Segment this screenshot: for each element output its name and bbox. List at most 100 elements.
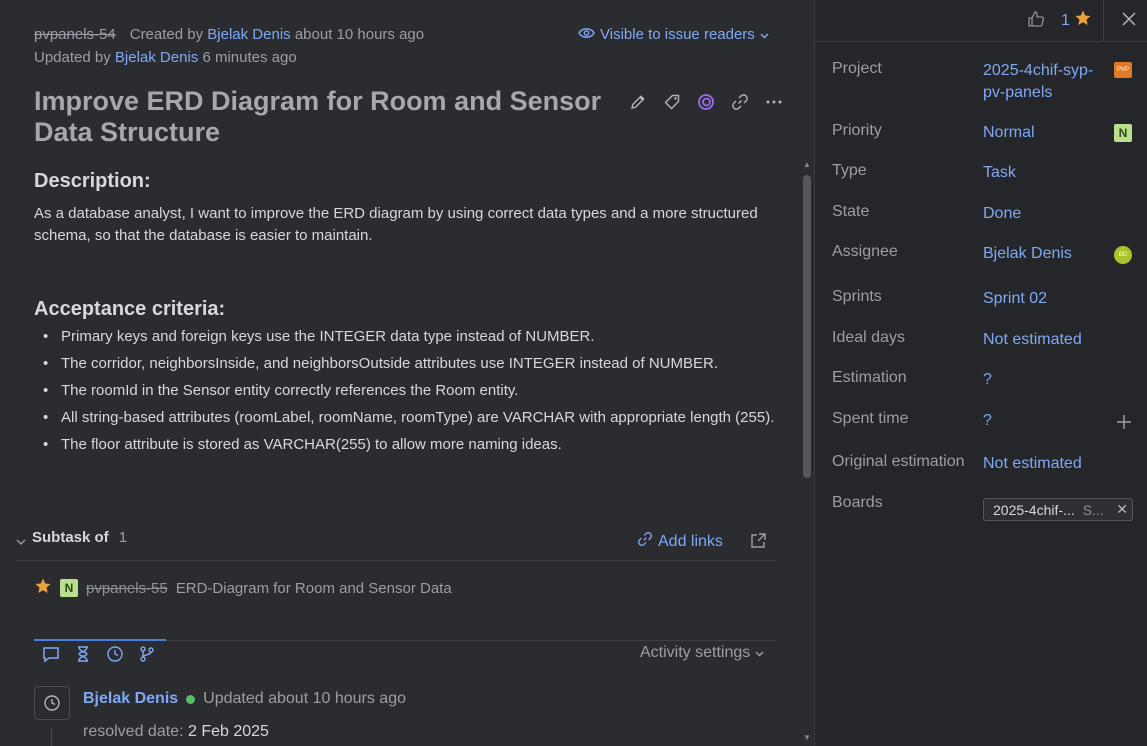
chevron-down-icon [760, 26, 769, 43]
field-spent-time[interactable]: Spent time ? [832, 410, 1132, 432]
close-icon[interactable] [1118, 8, 1140, 34]
description-text: As a database analyst, I want to improve… [34, 205, 758, 244]
field-label: Boards [832, 494, 883, 511]
field-state[interactable]: State Done [832, 203, 1132, 225]
open-external-icon[interactable] [750, 532, 767, 553]
priority-badge: N [60, 579, 78, 597]
field-label: Ideal days [832, 329, 905, 346]
issue-main-panel: pvpanels-54 Created by Bjelak Denis about… [0, 0, 814, 746]
board-tag[interactable]: 2025-4chif-... S... ✕ [983, 498, 1133, 521]
thumbs-up-icon[interactable] [1027, 10, 1045, 32]
issue-meta-created: pvpanels-54 Created by Bjelak Denis about… [34, 26, 424, 43]
activity-settings-dropdown[interactable]: Activity settings [640, 644, 764, 662]
field-value[interactable]: ? [983, 410, 992, 432]
field-assignee[interactable]: Assignee Bjelak Denis [832, 243, 1132, 265]
field-value[interactable]: Bjelak Denis [983, 243, 1072, 265]
created-time: about 10 hours ago [294, 26, 425, 43]
created-prefix: Created by [129, 26, 204, 43]
creator-link[interactable]: Bjelak Denis [207, 26, 290, 43]
add-time-icon[interactable] [1115, 413, 1133, 435]
field-estimation[interactable]: Estimation ? [832, 369, 1132, 391]
subtask-row[interactable]: N pvpanels-55 ERD-Diagram for Room and S… [34, 577, 452, 599]
activity-update-text: Updated about 10 hours ago [203, 690, 406, 707]
scroll-down-arrow[interactable]: ▼ [803, 733, 811, 742]
list-item: Primary keys and foreign keys use the IN… [34, 326, 779, 348]
activity-entry-body: resolved date: 2 Feb 2025 [83, 723, 269, 741]
history-icon [34, 686, 70, 720]
add-links-button[interactable]: Add links [637, 531, 723, 552]
activity-tabs [42, 645, 156, 663]
link-icon [637, 531, 653, 552]
ai-assistant-icon[interactable] [696, 92, 716, 112]
field-priority[interactable]: Priority Normal [832, 122, 1132, 144]
acceptance-heading: Acceptance criteria: [34, 298, 226, 320]
visibility-dropdown[interactable]: Visible to issue readers [578, 26, 769, 43]
comment-icon[interactable] [42, 645, 60, 663]
description-heading: Description: [34, 170, 151, 192]
timeline-line [51, 728, 52, 746]
toolbar-divider [1103, 0, 1104, 42]
issue-id[interactable]: pvpanels-54 [34, 26, 116, 43]
subtask-id-link[interactable]: pvpanels-55 [86, 580, 168, 597]
activity-settings-label: Activity settings [640, 644, 751, 661]
history-icon[interactable] [106, 645, 124, 663]
field-value[interactable]: 2025-4chif-syp-pv-panels [983, 60, 1111, 104]
collapse-chevron-icon[interactable] [16, 533, 26, 550]
subtask-title[interactable]: ERD-Diagram for Room and Sensor Data [176, 580, 452, 597]
project-badge: PVP [1114, 62, 1132, 78]
link-icon[interactable] [730, 92, 750, 112]
tabs-active-indicator [34, 639, 166, 641]
issue-meta-updated: Updated by Bjelak Denis 6 minutes ago [34, 49, 297, 66]
field-label: Original estimation [832, 453, 965, 470]
field-value[interactable]: Done [983, 203, 1021, 225]
field-value[interactable]: Sprint 02 [983, 288, 1047, 310]
list-item: All string-based attributes (roomLabel, … [34, 407, 779, 429]
star-vote-button[interactable]: 1 [1061, 9, 1092, 32]
activity-entry-header: Bjelak Denis Updated about 10 hours ago [83, 690, 406, 708]
sidebar-toolbar: 1 [815, 0, 1147, 42]
activity-user-link[interactable]: Bjelak Denis [83, 690, 178, 708]
scrollbar-thumb[interactable] [803, 175, 811, 478]
field-label: Assignee [832, 243, 898, 260]
more-icon[interactable] [764, 92, 784, 112]
field-label: Spent time [832, 410, 909, 427]
subtask-count: 1 [118, 529, 128, 546]
field-value[interactable]: ? [983, 369, 992, 391]
field-value[interactable]: Not estimated [983, 453, 1082, 475]
field-ideal-days[interactable]: Ideal days Not estimated [832, 329, 1132, 351]
scroll-up-arrow[interactable]: ▲ [803, 160, 811, 169]
close-icon[interactable]: ✕ [1116, 501, 1128, 518]
field-type[interactable]: Type Task [832, 162, 1132, 184]
tag-icon[interactable] [662, 92, 682, 112]
chevron-down-icon [755, 644, 764, 661]
field-sprints[interactable]: Sprints Sprint 02 [832, 288, 1132, 310]
activity-field-label: resolved date: [83, 723, 184, 740]
subtask-label: Subtask of [32, 529, 109, 546]
field-label: Sprints [832, 288, 882, 305]
visibility-label: Visible to issue readers [600, 26, 755, 43]
field-label: Priority [832, 122, 882, 139]
list-item: The roomId in the Sensor entity correctl… [34, 380, 779, 402]
field-label: State [832, 203, 870, 220]
activity-field-value: 2 Feb 2025 [187, 723, 269, 740]
field-project[interactable]: Project 2025-4chif-syp-pv-panels [832, 60, 1132, 104]
field-value[interactable]: Normal [983, 122, 1035, 144]
field-value[interactable]: Task [983, 162, 1016, 184]
star-icon[interactable] [34, 577, 52, 599]
star-icon [1074, 9, 1092, 32]
updated-prefix: Updated by [34, 49, 111, 66]
add-links-label: Add links [658, 532, 723, 550]
issue-title[interactable]: Improve ERD Diagram for Room and Sensor … [34, 86, 624, 148]
updated-time: 6 minutes ago [202, 49, 297, 66]
priority-badge: N [1114, 124, 1132, 142]
vcs-branch-icon[interactable] [138, 645, 156, 663]
title-toolbar [628, 92, 784, 112]
hourglass-icon[interactable] [74, 645, 92, 663]
online-status-dot [186, 694, 196, 704]
field-label: Estimation [832, 369, 907, 386]
edit-icon[interactable] [628, 92, 648, 112]
updater-link[interactable]: Bjelak Denis [115, 49, 198, 66]
field-value[interactable]: Not estimated [983, 329, 1082, 351]
field-original-estimation[interactable]: Original estimation Not estimated [832, 453, 1132, 475]
vote-count: 1 [1061, 11, 1070, 29]
